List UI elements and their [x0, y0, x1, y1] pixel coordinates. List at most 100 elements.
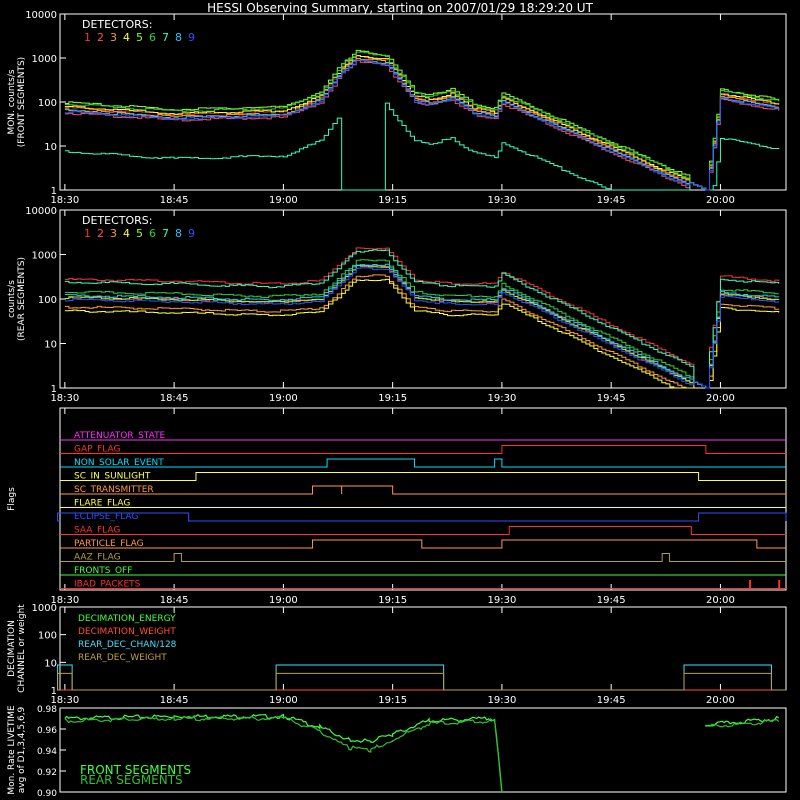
rear-legend-label-9: 9	[188, 227, 195, 240]
rear-legend-label-6: 6	[149, 227, 156, 240]
flags-row-line-6	[57, 512, 787, 522]
front-legend-label-4: 4	[123, 31, 130, 44]
rear-series-det-2	[64, 264, 780, 389]
decimation-series-2	[57, 664, 786, 691]
front-ytick-label-0: 1	[51, 186, 57, 197]
rear-xtick-label-6: 20:00	[706, 393, 735, 404]
flags-row-line-2	[60, 458, 786, 468]
rear-xtick-label-1: 18:45	[160, 393, 189, 404]
livetime-ytick-label-3: 0.96	[37, 726, 57, 736]
livetime-ytick-label-1: 0.92	[37, 768, 57, 778]
decimation-legend-label-1: DECIMATION_WEIGHT	[78, 627, 176, 637]
livetime-ytick-label-0: 0.90	[37, 789, 57, 799]
rear-ytick-label-1: 10	[44, 340, 57, 351]
rear-series-det-6	[64, 259, 780, 389]
observing-summary: HESSI Observing Summary, starting on 200…	[0, 0, 800, 800]
front-legend-label-2: 2	[97, 31, 104, 44]
flags-row-line-11	[60, 580, 786, 589]
rear-xtick-label-4: 19:30	[487, 393, 516, 404]
rear-xtick-label-5: 19:45	[597, 393, 626, 404]
front-series-det-8	[64, 59, 780, 191]
rear-series-det-7	[64, 249, 780, 389]
rear-series-det-9	[64, 267, 780, 389]
front-xtick-label-2: 19:00	[269, 195, 298, 206]
rear-ylabel-1: (REAR SEGMENTS)	[17, 257, 27, 341]
decimation-xtick-label-2: 19:00	[269, 695, 298, 706]
front-series-det-5	[64, 49, 780, 191]
rear-legend-label-8: 8	[175, 227, 182, 240]
rear-legend-label-4: 4	[123, 227, 130, 240]
front-legend-label-1: 1	[84, 31, 91, 44]
decimation-xtick-label-4: 19:30	[487, 695, 516, 706]
front-series-det-9	[64, 59, 780, 191]
livetime-ylabel-0: Mon. Rate LIVETIME	[7, 705, 17, 795]
livetime-ytick-label-4: 0.98	[37, 705, 57, 715]
rear-series-det-1	[64, 247, 780, 389]
front-ylabel-0: MON. counts/s	[7, 69, 17, 134]
flags-xtick-label-1: 18:45	[160, 595, 189, 606]
front-legend-label-3: 3	[110, 31, 117, 44]
rear-ytick-label-3: 1000	[32, 251, 57, 262]
rear-legend-title: DETECTORS:	[82, 214, 152, 227]
decimation-series-3	[57, 672, 786, 691]
decimation-xtick-label-6: 20:00	[706, 695, 735, 706]
front-xtick-label-1: 18:45	[160, 195, 189, 206]
flags-row-line-3	[60, 472, 786, 481]
decimation-ytick-label-2: 100	[38, 631, 57, 642]
decimation-ytick-label-3: 1000	[32, 603, 57, 614]
rear-series-det-5	[64, 265, 780, 389]
decimation-xtick-label-3: 19:15	[378, 695, 407, 706]
rear-legend-label-3: 3	[110, 227, 117, 240]
livetime-ylabel-1: avg of D1,3,4,5,6,9	[17, 706, 27, 793]
rear-ytick-label-0: 1	[51, 384, 57, 395]
flags-xtick-label-4: 19:30	[487, 595, 516, 606]
decimation-legend-label-2: REAR_DEC_CHAN/128	[78, 640, 177, 650]
rear-ytick-label-4: 10000	[25, 206, 57, 217]
flags-frame	[59, 407, 787, 591]
rear-legend-label-7: 7	[162, 227, 169, 240]
flags-ylabel-0: Flags	[7, 487, 17, 511]
front-ytick-label-4: 10000	[25, 10, 57, 21]
flags-xtick-label-5: 19:45	[597, 595, 626, 606]
rear-xtick-label-2: 19:00	[269, 393, 298, 404]
front-legend-label-6: 6	[149, 31, 156, 44]
flags-xtick-label-6: 20:00	[706, 595, 735, 606]
front-xtick-label-3: 19:15	[378, 195, 407, 206]
decimation-ylabel-1: CHANNEL or weight	[17, 604, 27, 693]
rear-legend-label-1: 1	[84, 227, 91, 240]
front-ylabel-1: (FRONT SEGMENTS)	[17, 57, 27, 147]
livetime-legend-label-1: REAR SEGMENTS	[80, 773, 183, 787]
flags-row-line-9	[60, 553, 786, 562]
flags-xtick-label-2: 19:00	[269, 595, 298, 606]
front-series-det-2	[64, 60, 780, 191]
rear-legend-label-5: 5	[136, 227, 143, 240]
decimation-xtick-label-5: 19:45	[597, 695, 626, 706]
livetime-ytick-label-2: 0.94	[37, 747, 57, 757]
front-legend-label-8: 8	[175, 31, 182, 44]
rear-legend-label-2: 2	[97, 227, 104, 240]
decimation-legend-label-0: DECIMATION_ENERGY	[78, 614, 176, 624]
front-ytick-label-1: 10	[44, 142, 57, 153]
decimation-ylabel-0: DECIMATION	[7, 620, 17, 677]
rear-ytick-label-2: 100	[38, 295, 57, 306]
front-ytick-label-2: 100	[38, 98, 57, 109]
rear-ylabel-0: counts/s	[7, 280, 17, 318]
decimation-xtick-label-1: 18:45	[160, 695, 189, 706]
front-legend-title: DETECTORS:	[82, 18, 152, 31]
rear-xtick-label-3: 19:15	[378, 393, 407, 404]
front-xtick-label-4: 19:30	[487, 195, 516, 206]
flags-row-line-7	[60, 526, 786, 535]
front-legend-label-9: 9	[188, 31, 195, 44]
front-legend-label-7: 7	[162, 31, 169, 44]
flags-row-line-4	[60, 485, 786, 495]
front-series-det-3	[64, 57, 780, 191]
decimation-legend-label-3: REAR_DEC_WEIGHT	[78, 653, 167, 663]
front-ytick-label-3: 1000	[32, 54, 57, 65]
summary-chart: 18:30 18:45 19:00 19:15 19:30 19:45 20:0011010…	[7, 10, 787, 799]
front-xtick-label-6: 20:00	[706, 195, 735, 206]
decimation-ytick-label-1: 10	[44, 658, 57, 669]
decimation-ytick-label-0: 1	[51, 686, 57, 697]
front-legend-label-5: 5	[136, 31, 143, 44]
flags-row-line-8	[60, 539, 786, 549]
front-xtick-label-5: 19:45	[597, 195, 626, 206]
